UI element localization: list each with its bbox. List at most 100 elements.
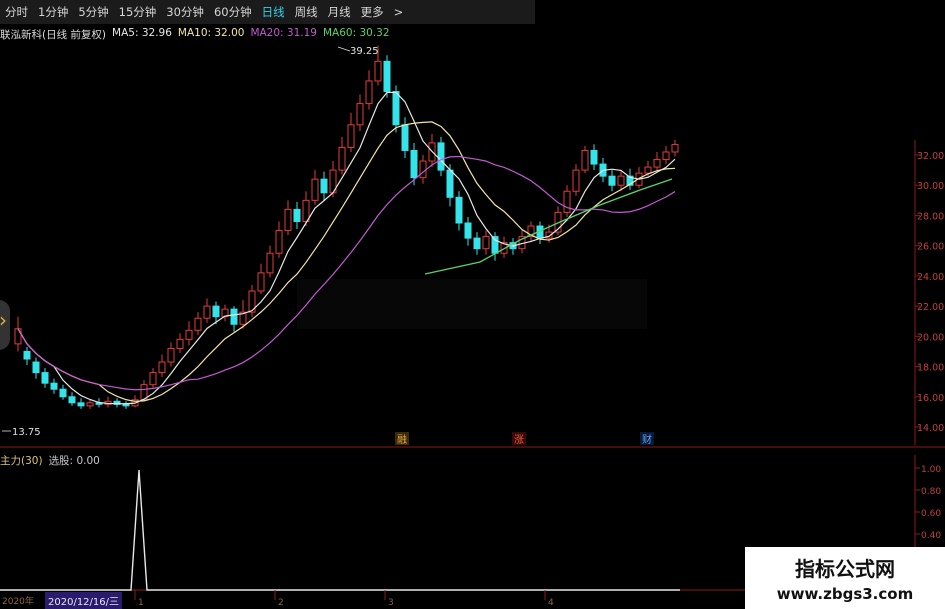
candle-down	[491, 236, 499, 254]
tab-more[interactable]: 更多	[356, 4, 389, 20]
candle-up	[338, 146, 346, 171]
y-tick-label: 30.00	[917, 181, 944, 192]
event-zhang: 涨	[514, 434, 524, 446]
tab-fenshi[interactable]: 分时	[0, 4, 33, 20]
month-tick-3: 3	[388, 598, 394, 608]
y-tick-label: 26.00	[917, 242, 944, 253]
candle-down	[68, 396, 76, 404]
candle-up	[329, 169, 337, 194]
candle-up	[581, 149, 589, 171]
scroll-left-handle[interactable]	[0, 300, 10, 350]
period-tab-bar: 分时 1分钟 5分钟 15分钟 30分钟 60分钟 日线 周线 月线 更多 >	[0, 0, 535, 24]
redacted-box	[297, 279, 647, 329]
lower-tick-label: 1.00	[921, 465, 941, 475]
lower-tick-label: 0.80	[921, 487, 941, 497]
candle-up	[140, 384, 148, 401]
candle-up	[653, 159, 661, 168]
event-badge-3	[640, 432, 654, 445]
ma20-line	[17, 155, 676, 391]
tab-daily[interactable]: 日线	[257, 4, 290, 20]
candle-down	[392, 91, 400, 126]
candle-up	[482, 236, 490, 250]
candle-up	[302, 199, 310, 222]
event-rong: 融	[397, 434, 407, 446]
y-tick-label: 22.00	[917, 302, 944, 313]
candle-up	[203, 305, 211, 319]
stock-title: 联泓新科(日线 前复权)	[0, 29, 107, 41]
candle-up	[572, 169, 580, 192]
year-label: 2020年	[2, 597, 34, 607]
candle-up	[563, 190, 571, 213]
candle-down	[626, 175, 634, 186]
candle-up	[158, 361, 166, 374]
candle-down	[464, 222, 472, 239]
candle-up	[356, 103, 364, 126]
y-tick-label: 28.00	[917, 211, 944, 222]
candle-up	[554, 211, 562, 233]
candle-up	[428, 142, 436, 162]
tab-60min[interactable]: 60分钟	[209, 4, 257, 20]
y-tick-label: 14.00	[917, 423, 944, 434]
ma10-line	[17, 121, 676, 402]
watermark-logo: 指标公式网 www.zbgs3.com	[745, 547, 945, 609]
candle-down	[95, 402, 103, 405]
candle-up	[194, 317, 202, 331]
candle-up	[662, 151, 670, 161]
tab-monthly[interactable]: 月线	[323, 4, 356, 20]
event-badge-2	[512, 432, 526, 445]
candle-down	[113, 400, 121, 405]
indicator-header: 主力(30) 选股: 0.00	[0, 453, 100, 468]
watermark-url: www.zbgs3.com	[776, 585, 914, 603]
candle-up	[149, 372, 157, 386]
tab-5min[interactable]: 5分钟	[73, 4, 113, 20]
candle-down	[50, 382, 58, 390]
chevron-right-icon[interactable]: >	[389, 5, 409, 19]
tab-weekly[interactable]: 周线	[290, 4, 323, 20]
tab-15min[interactable]: 15分钟	[114, 4, 162, 20]
candle-up	[221, 308, 229, 318]
event-badge-1	[395, 432, 409, 445]
candle-up	[617, 175, 625, 186]
candle-up	[311, 178, 319, 201]
indicator-line	[0, 469, 680, 591]
ma60-line	[424, 178, 673, 275]
candle-down	[590, 149, 598, 165]
candle-up	[239, 311, 247, 325]
candle-up	[527, 225, 535, 238]
candle-down	[122, 403, 130, 407]
candle-down	[509, 242, 517, 250]
month-tick-2: 2	[278, 598, 284, 608]
candle-up	[167, 347, 175, 363]
y-tick-label: 16.00	[917, 393, 944, 404]
lower-tick-label: 0.40	[921, 531, 941, 541]
tab-30min[interactable]: 30分钟	[161, 4, 209, 20]
candle-down	[446, 169, 454, 198]
candle-down	[41, 372, 49, 384]
candle-down	[77, 402, 85, 407]
candle-up	[419, 160, 427, 179]
candle-down	[293, 208, 301, 222]
candle-up	[86, 402, 94, 407]
candle-up	[248, 290, 256, 313]
candle-up	[644, 166, 652, 174]
candle-up	[257, 272, 265, 292]
candle-down	[410, 149, 418, 179]
candle-down	[383, 60, 391, 93]
tab-1min[interactable]: 1分钟	[33, 4, 73, 20]
candle-up	[104, 400, 112, 405]
candle-down	[212, 305, 220, 318]
candle-down	[608, 175, 616, 186]
ma20-value: MA20: 31.19	[250, 27, 317, 39]
ma-info-bar: 联泓新科(日线 前复权) MA5: 32.96 MA10: 32.00 MA20…	[0, 27, 390, 41]
candle-up	[365, 80, 373, 105]
candle-down	[599, 163, 607, 177]
candle-up	[185, 329, 193, 340]
indicator-title: 主力(30)	[0, 455, 43, 467]
y-tick-label: 32.00	[917, 151, 944, 162]
indicator-value: 选股: 0.00	[48, 455, 100, 467]
candle-up	[347, 124, 355, 148]
cursor-date-box: 2020/12/16/三	[45, 592, 123, 609]
candle-up	[545, 231, 553, 239]
candle-up	[374, 60, 382, 82]
candle-down	[32, 361, 40, 374]
